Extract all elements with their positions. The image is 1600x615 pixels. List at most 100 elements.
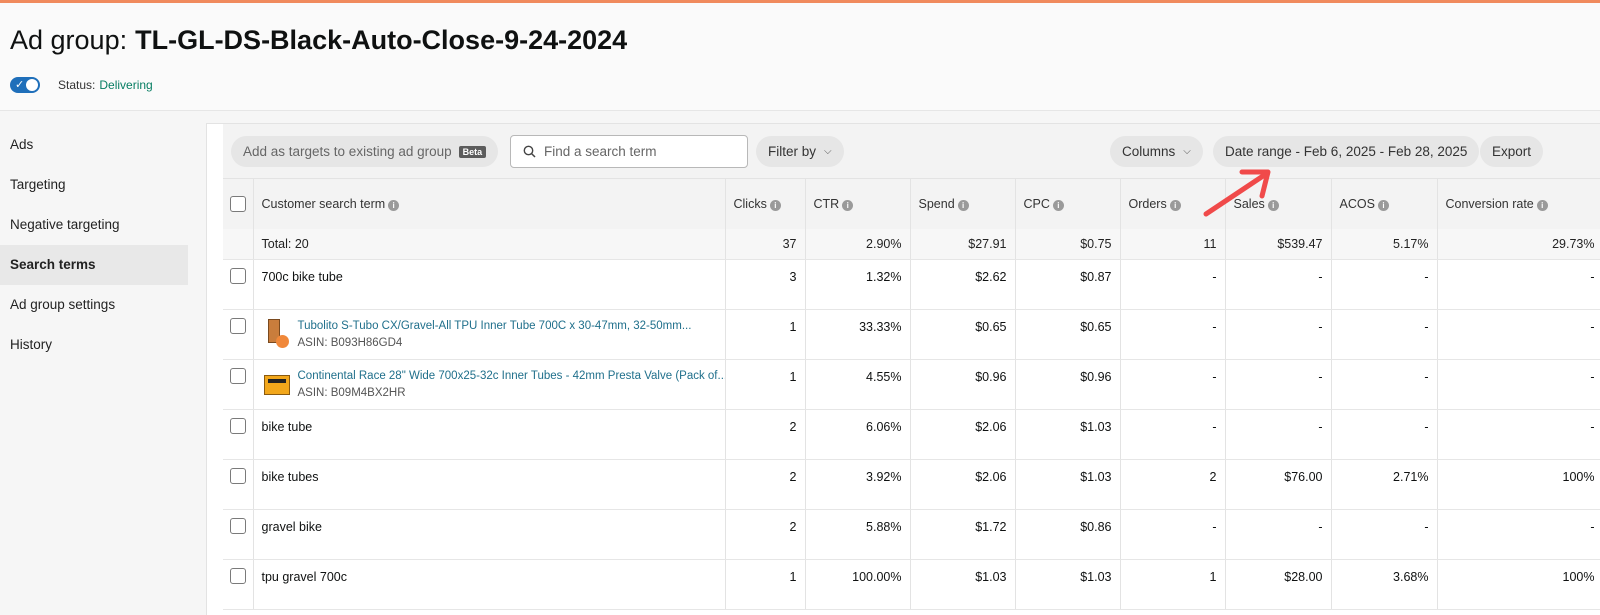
clicks-cell: 1 — [725, 559, 806, 610]
select-all-cell — [223, 179, 254, 229]
info-icon[interactable]: i — [388, 200, 400, 211]
conversion-rate-cell: - — [1437, 409, 1600, 460]
cpc-cell: $1.03 — [1015, 559, 1121, 610]
orders-cell: - — [1120, 259, 1226, 310]
info-icon[interactable]: i — [1536, 200, 1548, 211]
info-icon[interactable]: i — [957, 200, 969, 211]
sidebar-item-search-terms[interactable]: Search terms — [0, 245, 188, 285]
info-icon[interactable]: i — [1169, 200, 1181, 211]
sales-cell: $28.00 — [1225, 559, 1332, 610]
row-checkbox[interactable] — [229, 317, 246, 334]
clicks-cell: 2 — [725, 459, 806, 510]
row-checkbox[interactable] — [229, 567, 246, 584]
header-cpc[interactable]: CPC i — [1015, 179, 1121, 229]
status-row: ✓ Status: Delivering — [10, 77, 153, 93]
header-customer-search-term[interactable]: Customer search term i — [253, 179, 726, 229]
product-link[interactable]: Tubolito S-Tubo CX/Gravel-All TPU Inner … — [298, 320, 692, 332]
cpc-cell: $0.65 — [1015, 309, 1121, 360]
sidebar-item-targeting[interactable]: Targeting — [0, 165, 190, 205]
filter-by-label: Filter by — [768, 144, 817, 159]
orders-cell: 1 — [1120, 559, 1226, 610]
product-thumbnail — [262, 318, 292, 351]
page-title: Ad group: TL-GL-DS-Black-Auto-Close-9-24-… — [10, 25, 627, 56]
search-term: gravel bike — [253, 509, 726, 560]
row-checkbox[interactable] — [229, 367, 246, 384]
clicks-cell: 1 — [725, 309, 806, 360]
total-cpc: $0.75 — [1015, 229, 1121, 260]
total-label: Total: 20 — [253, 229, 726, 260]
product-term-cell: Tubolito S-Tubo CX/Gravel-All TPU Inner … — [253, 309, 726, 360]
header-clicks[interactable]: Clicks i — [725, 179, 806, 229]
header-conversion-rate[interactable]: Conversion rate i — [1437, 179, 1600, 229]
row-checkbox[interactable] — [229, 417, 246, 434]
sales-cell: - — [1225, 309, 1332, 360]
spend-cell: $1.03 — [910, 559, 1016, 610]
table-header-row: Customer search term i Clicks i CTR i Spend… — [223, 179, 1600, 229]
search-terms-table: Customer search term i Clicks i CTR i Spend… — [223, 179, 1600, 610]
date-range-label: Date range - Feb 6, 2025 - Feb 28, 2025 — [1225, 144, 1468, 159]
conversion-rate-cell: - — [1437, 259, 1600, 310]
total-acos: 5.17% — [1331, 229, 1438, 260]
columns-label: Columns — [1122, 144, 1176, 159]
spend-cell: $2.06 — [910, 459, 1016, 510]
delivery-toggle[interactable]: ✓ — [10, 77, 40, 93]
status-value: Delivering — [99, 78, 153, 92]
clicks-cell: 2 — [725, 509, 806, 560]
product-thumbnail — [262, 369, 292, 401]
info-icon[interactable]: i — [769, 200, 781, 211]
spend-cell: $0.65 — [910, 309, 1016, 360]
total-spend: $27.91 — [910, 229, 1016, 260]
search-input[interactable] — [544, 144, 734, 159]
sidebar-item-history[interactable]: History — [0, 325, 190, 365]
sidebar-item-negative-targeting[interactable]: Negative targeting — [0, 205, 190, 245]
cpc-cell: $1.03 — [1015, 409, 1121, 460]
search-icon — [523, 145, 536, 158]
conversion-rate-cell: - — [1437, 359, 1600, 410]
search-terms-panel: Add as targets to existing ad group Beta… — [206, 123, 1600, 615]
table-row: bike tubes 2 3.92% $2.06 $1.03 2 $76.00 … — [223, 459, 1600, 510]
total-row: Total: 20 37 2.90% $27.91 $0.75 11 $539.… — [223, 229, 1600, 260]
add-as-targets-button[interactable]: Add as targets to existing ad group Beta — [231, 136, 499, 167]
title-prefix: Ad group: — [10, 25, 128, 55]
total-ctr: 2.90% — [805, 229, 911, 260]
product-link[interactable]: Continental Race 28" Wide 700x25-32c Inn… — [298, 370, 725, 382]
row-checkbox[interactable] — [229, 517, 246, 534]
table-row: Continental Race 28" Wide 700x25-32c Inn… — [223, 359, 1600, 410]
conversion-rate-cell: 100% — [1437, 459, 1600, 510]
info-icon[interactable]: i — [1377, 200, 1389, 211]
info-icon[interactable]: i — [1052, 200, 1064, 211]
cpc-cell: $1.03 — [1015, 459, 1121, 510]
header-orders[interactable]: Orders i — [1120, 179, 1226, 229]
info-icon[interactable]: i — [842, 200, 854, 211]
chevron-down-icon: ⌵ — [824, 146, 832, 157]
sales-cell: - — [1225, 409, 1332, 460]
row-checkbox[interactable] — [229, 267, 246, 284]
table-row: tpu gravel 700c 1 100.00% $1.03 $1.03 1 … — [223, 559, 1600, 610]
header-spend[interactable]: Spend i — [910, 179, 1016, 229]
row-checkbox[interactable] — [229, 467, 246, 484]
chevron-down-icon: ⌵ — [1183, 146, 1191, 157]
orders-cell: - — [1120, 509, 1226, 560]
header-sales[interactable]: Sales i — [1225, 179, 1332, 229]
filter-by-button[interactable]: Filter by ⌵ — [756, 136, 844, 167]
header-ctr[interactable]: CTR i — [805, 179, 911, 229]
spend-cell: $2.06 — [910, 409, 1016, 460]
add-as-targets-label: Add as targets to existing ad group — [243, 144, 452, 159]
select-all-checkbox[interactable] — [229, 196, 246, 212]
table-row: Tubolito S-Tubo CX/Gravel-All TPU Inner … — [223, 309, 1600, 360]
clicks-cell: 1 — [725, 359, 806, 410]
columns-button[interactable]: Columns ⌵ — [1110, 136, 1203, 167]
sidebar-item-ads[interactable]: Ads — [0, 125, 190, 165]
ad-group-name: TL-GL-DS-Black-Auto-Close-9-24-2024 — [135, 25, 628, 55]
sidebar-nav: Ads Targeting Negative targeting Search … — [0, 125, 190, 365]
export-button[interactable]: Export — [1480, 136, 1544, 167]
product-term-cell: Continental Race 28" Wide 700x25-32c Inn… — [253, 359, 726, 410]
info-icon[interactable]: i — [1267, 200, 1279, 211]
ctr-cell: 100.00% — [805, 559, 911, 610]
header-acos[interactable]: ACOS i — [1331, 179, 1438, 229]
date-range-button[interactable]: Date range - Feb 6, 2025 - Feb 28, 2025 — [1213, 136, 1480, 167]
search-box — [510, 135, 748, 168]
ctr-cell: 4.55% — [805, 359, 911, 410]
sidebar-item-ad-group-settings[interactable]: Ad group settings — [0, 285, 190, 325]
sales-cell: - — [1225, 509, 1332, 560]
